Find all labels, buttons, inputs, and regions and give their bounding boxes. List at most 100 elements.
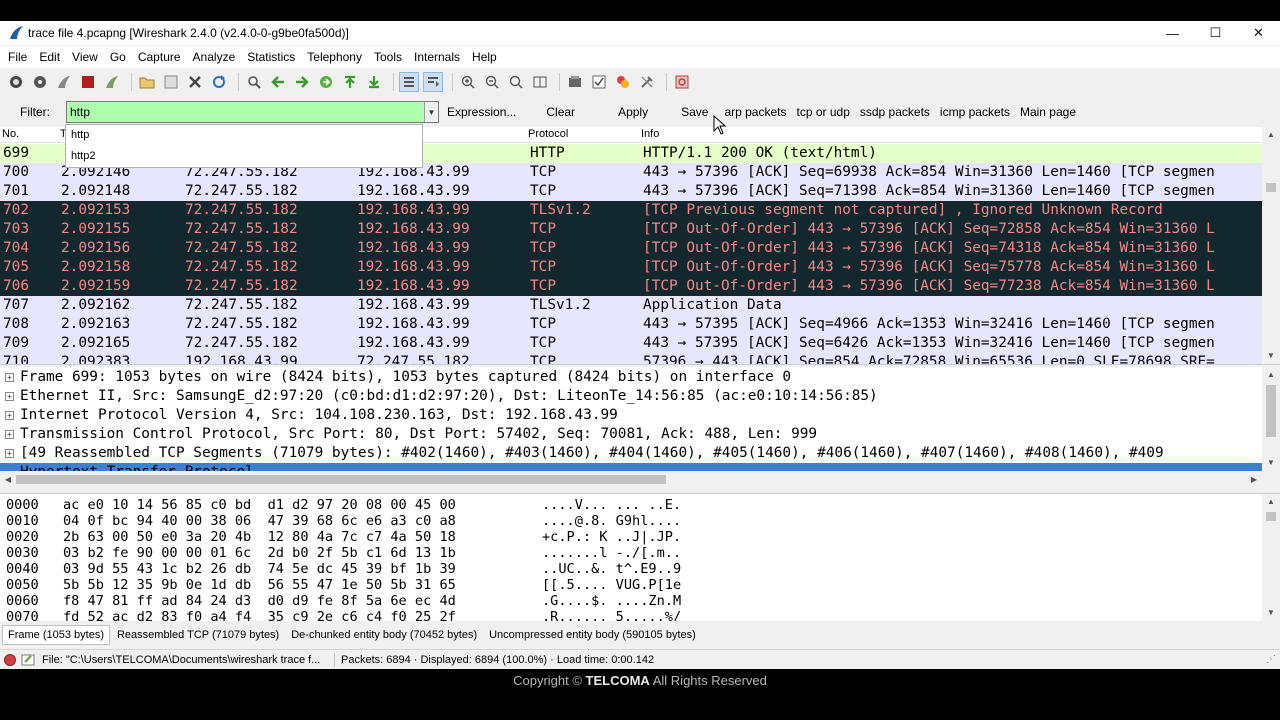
- bytes-scrollbar[interactable]: ▲ ▼: [1262, 494, 1280, 621]
- restart-capture-icon[interactable]: [102, 72, 122, 92]
- table-row[interactable]: 708 2.092163 72.247.55.182 192.168.43.99 TCP…: [0, 315, 1262, 334]
- table-row[interactable]: 705 2.092158 72.247.55.182 192.168.43.99 TCP…: [0, 258, 1262, 277]
- column-protocol[interactable]: Protocol: [528, 128, 568, 140]
- expand-icon[interactable]: +: [5, 449, 14, 458]
- filter-input[interactable]: [67, 102, 422, 122]
- go-back-icon[interactable]: [268, 72, 288, 92]
- go-forward-icon[interactable]: [292, 72, 312, 92]
- scrollbar-thumb[interactable]: [1266, 385, 1276, 437]
- scrollbar-thumb[interactable]: [16, 475, 666, 484]
- menu-view[interactable]: View: [66, 50, 104, 64]
- auto-scroll-icon[interactable]: [423, 72, 443, 92]
- scroll-down-icon[interactable]: ▼: [1262, 455, 1280, 471]
- expand-icon[interactable]: +: [5, 392, 14, 401]
- hex-row[interactable]: 0050 5b 5b 12 35 9b 0e 1d db 56 55 47 1e …: [0, 577, 1262, 593]
- menu-analyze[interactable]: Analyze: [187, 50, 242, 64]
- table-row[interactable]: 703 2.092155 72.247.55.182 192.168.43.99 TCP…: [0, 220, 1262, 239]
- scrollbar-thumb[interactable]: [1266, 183, 1276, 192]
- display-filters-icon[interactable]: [589, 72, 609, 92]
- tab-uncompressed-body[interactable]: Uncompressed entity body (590105 bytes): [484, 626, 701, 644]
- normal-size-icon[interactable]: [506, 72, 526, 92]
- capture-comment-icon[interactable]: [20, 653, 36, 667]
- close-file-icon[interactable]: [185, 72, 205, 92]
- packet-list-scrollbar[interactable]: ▲ ▼: [1262, 127, 1280, 364]
- icmp-packets-button[interactable]: icmp packets: [940, 105, 1010, 119]
- help-icon[interactable]: [672, 72, 692, 92]
- stop-capture-icon[interactable]: [78, 72, 98, 92]
- size-grip-icon[interactable]: ⋰: [1266, 654, 1276, 665]
- tab-reassembled-tcp[interactable]: Reassembled TCP (71079 bytes): [112, 626, 284, 644]
- interfaces-icon[interactable]: [6, 72, 26, 92]
- table-row[interactable]: 706 2.092159 72.247.55.182 192.168.43.99 TCP…: [0, 277, 1262, 296]
- menu-file[interactable]: File: [0, 50, 33, 64]
- expert-info-icon[interactable]: [4, 653, 16, 666]
- scroll-down-icon[interactable]: ▼: [1262, 605, 1280, 621]
- resize-columns-icon[interactable]: [530, 72, 550, 92]
- scroll-down-icon[interactable]: ▼: [1262, 348, 1280, 364]
- tab-frame-bytes[interactable]: Frame (1053 bytes): [2, 625, 110, 645]
- menu-edit[interactable]: Edit: [33, 50, 66, 64]
- expression-button[interactable]: Expression...: [447, 105, 516, 119]
- column-info[interactable]: Info: [641, 128, 659, 140]
- expand-icon[interactable]: +: [5, 430, 14, 439]
- detail-row[interactable]: + Ethernet II, Src: SamsungE_d2:97:20 (c0…: [0, 387, 1262, 406]
- reload-icon[interactable]: [209, 72, 229, 92]
- scroll-up-icon[interactable]: ▲: [1262, 367, 1280, 383]
- table-row[interactable]: 702 2.092153 72.247.55.182 192.168.43.99 TLS…: [0, 201, 1262, 220]
- table-row[interactable]: 701 2.092148 72.247.55.182 192.168.43.99 TCP…: [0, 182, 1262, 201]
- save-file-icon[interactable]: [161, 72, 181, 92]
- menu-go[interactable]: Go: [104, 50, 132, 64]
- detail-row[interactable]: Hypertext Transfer Protocol: [0, 463, 1262, 471]
- details-scrollbar[interactable]: ▲ ▼: [1262, 367, 1280, 471]
- column-no[interactable]: No.: [2, 128, 19, 140]
- hex-row[interactable]: 0000 ac e0 10 14 56 85 c0 bd d1 d2 97 20 …: [0, 497, 1262, 513]
- suggestion-http2[interactable]: http2: [66, 146, 422, 167]
- expand-icon[interactable]: +: [5, 411, 14, 420]
- options-icon[interactable]: [30, 72, 50, 92]
- ssdp-packets-button[interactable]: ssdp packets: [860, 105, 930, 119]
- scrollbar-thumb[interactable]: [1266, 512, 1276, 521]
- tcp-or-udp-button[interactable]: tcp or udp: [797, 105, 850, 119]
- scroll-up-icon[interactable]: ▲: [1262, 127, 1280, 143]
- zoom-in-icon[interactable]: [458, 72, 478, 92]
- hex-row[interactable]: 0070 fd 52 ac d2 83 f0 a4 f4 35 c9 2e c6 …: [0, 609, 1262, 621]
- packet-bytes[interactable]: 0000 ac e0 10 14 56 85 c0 bd d1 d2 97 20 …: [0, 493, 1280, 621]
- detail-row[interactable]: + Frame 699: 1053 bytes on wire (8424 bit…: [0, 368, 1262, 387]
- hex-row[interactable]: 0060 f8 47 81 ff ad 84 24 d3 d0 d9 fe 8f …: [0, 593, 1262, 609]
- colorize-icon[interactable]: [399, 72, 419, 92]
- menu-telephony[interactable]: Telephony: [301, 50, 368, 64]
- tab-dechunked-body[interactable]: De-chunked entity body (70452 bytes): [286, 626, 482, 644]
- menu-help[interactable]: Help: [466, 50, 503, 64]
- chevron-down-icon[interactable]: ▼: [424, 102, 438, 122]
- start-capture-icon[interactable]: [54, 72, 74, 92]
- zoom-out-icon[interactable]: [482, 72, 502, 92]
- detail-row[interactable]: + Internet Protocol Version 4, Src: 104.1…: [0, 406, 1262, 425]
- go-to-packet-icon[interactable]: [316, 72, 336, 92]
- main-page-button[interactable]: Main page: [1020, 105, 1076, 119]
- coloring-rules-icon[interactable]: [613, 72, 633, 92]
- menu-tools[interactable]: Tools: [368, 50, 408, 64]
- details-hscrollbar[interactable]: ◀ ▶: [0, 471, 1262, 488]
- find-packet-icon[interactable]: [244, 72, 264, 92]
- close-button[interactable]: ✕: [1237, 21, 1280, 45]
- scroll-left-icon[interactable]: ◀: [0, 471, 16, 488]
- menu-capture[interactable]: Capture: [132, 50, 187, 64]
- go-last-icon[interactable]: [364, 72, 384, 92]
- packet-details[interactable]: + Frame 699: 1053 bytes on wire (8424 bit…: [0, 367, 1280, 471]
- menu-internals[interactable]: Internals: [408, 50, 466, 64]
- save-filter-button[interactable]: Save: [681, 105, 708, 119]
- open-file-icon[interactable]: [137, 72, 157, 92]
- scroll-right-icon[interactable]: ▶: [1246, 471, 1262, 488]
- clear-button[interactable]: Clear: [546, 105, 575, 119]
- table-row[interactable]: 704 2.092156 72.247.55.182 192.168.43.99 TCP…: [0, 239, 1262, 258]
- detail-row[interactable]: + Transmission Control Protocol, Src Port…: [0, 425, 1262, 444]
- apply-button[interactable]: Apply: [618, 105, 648, 119]
- capture-filters-icon[interactable]: [565, 72, 585, 92]
- table-row[interactable]: 707 2.092162 72.247.55.182 192.168.43.99 TLS…: [0, 296, 1262, 315]
- preferences-icon[interactable]: [637, 72, 657, 92]
- hex-row[interactable]: 0020 2b 63 00 50 e0 3a 20 4b 12 80 4a 7c …: [0, 529, 1262, 545]
- minimize-button[interactable]: —: [1151, 21, 1194, 45]
- expand-icon[interactable]: +: [5, 373, 14, 382]
- suggestion-http[interactable]: http: [66, 125, 422, 146]
- detail-row[interactable]: + [49 Reassembled TCP Segments (71079 byt…: [0, 444, 1262, 463]
